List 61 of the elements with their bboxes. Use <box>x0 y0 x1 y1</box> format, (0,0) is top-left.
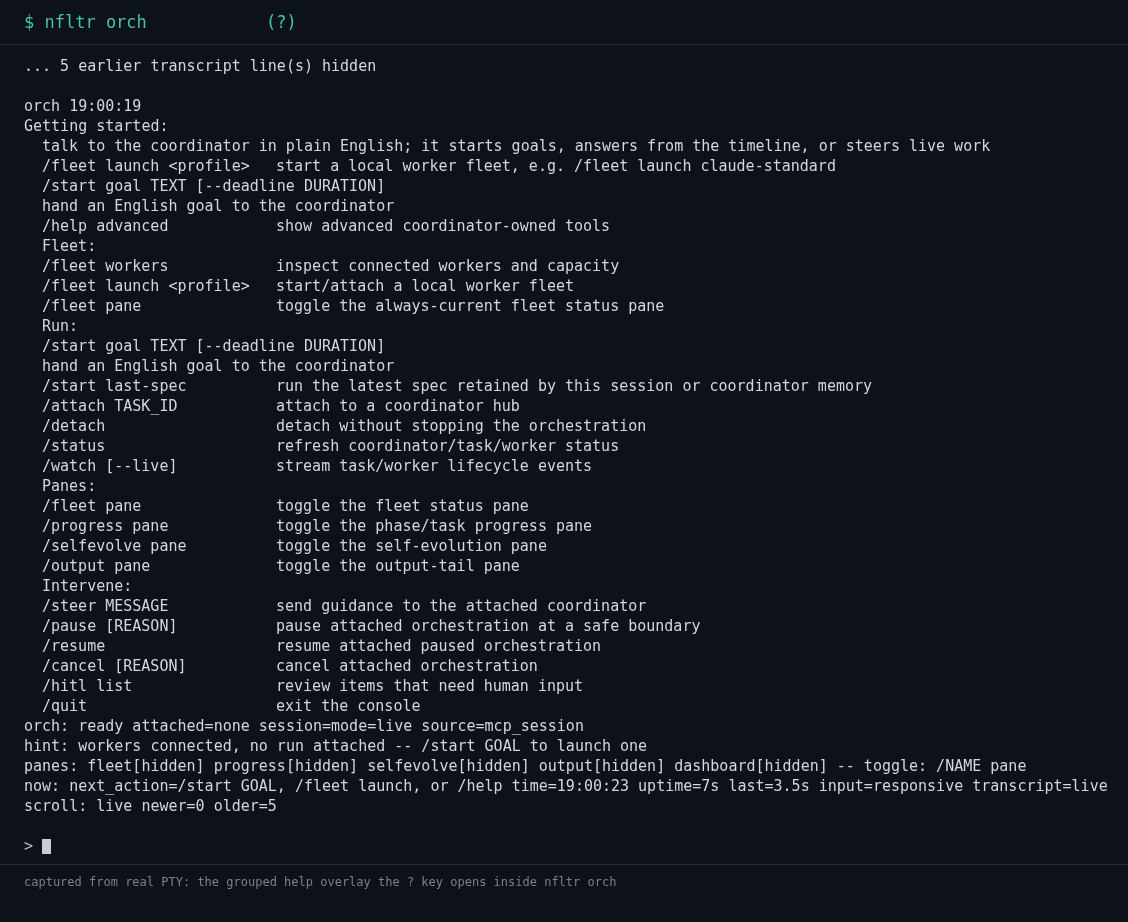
command-description: toggle the fleet status pane <box>276 496 529 516</box>
command-name: /fleet pane <box>42 296 143 316</box>
command-name: /quit <box>42 696 89 716</box>
hidden-lines-notice: ... 5 earlier transcript line(s) hidden <box>24 56 378 76</box>
command-name: /start last-spec <box>42 376 188 396</box>
status-line: scroll: live newer=0 older=5 <box>24 796 278 816</box>
command-name: /attach TASK_ID <box>42 396 179 416</box>
status-line: hint: workers connected, no run attached -- /start GOAL to launch one <box>24 736 649 756</box>
command-name: /selfevolve pane <box>42 536 188 556</box>
command-description: start/attach a local worker fleet <box>276 276 574 296</box>
command-description: detach without stopping the orchestration <box>276 416 647 436</box>
command-name: /steer MESSAGE <box>42 596 170 616</box>
command-description: show advanced coordinator-owned tools <box>276 216 611 236</box>
command-description: review items that need human input <box>276 676 584 696</box>
message-timestamp: orch 19:00:19 <box>24 96 143 116</box>
command-description: exit the console <box>276 696 421 716</box>
command-name: /detach <box>42 416 107 436</box>
help-text: Intervene: <box>41 576 134 596</box>
command-name: /resume <box>42 636 107 656</box>
status-line: orch: ready attached=none session=mode=live source=mcp_session <box>24 716 585 736</box>
command-name: /hitl list <box>42 676 134 696</box>
command-description: inspect connected workers and capacity <box>276 256 620 276</box>
command-name: /fleet launch <profile> <box>42 276 251 296</box>
command-name: /cancel [REASON] <box>42 656 188 676</box>
command-description: toggle the output-tail pane <box>276 556 520 576</box>
command-name: /fleet launch <profile> <box>42 156 251 176</box>
help-text: Fleet: <box>41 236 98 256</box>
status-line: panes: fleet[hidden] progress[hidden] selfevolve[hidden] output[hidden] dashboard[hidden] -- toggle: /NAME pane <box>24 756 1028 776</box>
terminal-title: $ nfltr orch <box>24 12 148 32</box>
command-name: /fleet workers <box>42 256 170 276</box>
help-text: /start goal TEXT [--deadline DURATION] <box>41 336 387 356</box>
command-description: stream task/worker lifecycle events <box>276 456 593 476</box>
command-name: /watch [--live] <box>42 456 179 476</box>
help-heading: Getting started: <box>24 116 170 136</box>
help-hint[interactable]: (?) <box>266 12 297 32</box>
prompt-symbol: > <box>24 836 35 856</box>
caption: captured from real PTY: the grouped help overlay the ? key opens inside nfltr orch <box>24 875 617 889</box>
command-name: /status <box>42 436 107 456</box>
help-text: hand an English goal to the coordinator <box>41 356 396 376</box>
command-description: toggle the always-current fleet status pane <box>276 296 665 316</box>
command-description: cancel attached orchestration <box>276 656 538 676</box>
command-description: attach to a coordinator hub <box>276 396 520 416</box>
help-text: talk to the coordinator in plain English; it starts goals, answers from the timeline, or steers live work <box>41 136 992 156</box>
help-text: /start goal TEXT [--deadline DURATION] <box>41 176 387 196</box>
command-name: /output pane <box>42 556 152 576</box>
command-description: pause attached orchestration at a safe boundary <box>276 616 701 636</box>
command-description: send guidance to the attached coordinator <box>276 596 647 616</box>
help-text: hand an English goal to the coordinator <box>41 196 396 216</box>
command-description: refresh coordinator/task/worker status <box>276 436 620 456</box>
help-text: Run: <box>41 316 80 336</box>
command-description: toggle the phase/task progress pane <box>276 516 593 536</box>
command-name: /progress pane <box>42 516 170 536</box>
command-description: toggle the self-evolution pane <box>276 536 547 556</box>
command-description: resume attached paused orchestration <box>276 636 602 656</box>
command-name: /help advanced <box>42 216 170 236</box>
command-description: start a local worker fleet, e.g. /fleet launch claude-standard <box>276 156 836 176</box>
command-description: run the latest spec retained by this session or coordinator memory <box>276 376 873 396</box>
command-name: /pause [REASON] <box>42 616 179 636</box>
command-name: /fleet pane <box>42 496 143 516</box>
text-cursor[interactable] <box>42 838 51 854</box>
help-text: Panes: <box>41 476 98 496</box>
